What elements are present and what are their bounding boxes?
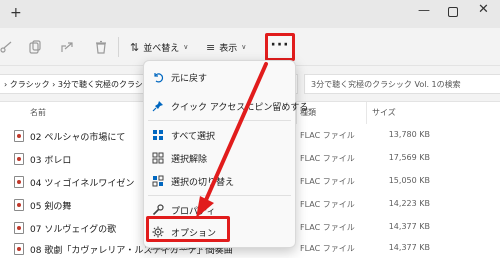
column-divider[interactable]: [366, 102, 367, 124]
search-input[interactable]: 3分で聴く究極のクラシック Vol. 1の検索: [311, 79, 461, 90]
audio-file-icon: [14, 176, 24, 188]
toolbar-separator: [118, 37, 119, 57]
column-header-name[interactable]: 名前: [30, 107, 46, 118]
menu-item-select-none[interactable]: 選択解除: [144, 147, 295, 169]
chevron-down-icon: ∨: [183, 43, 189, 51]
file-size: 15,050 KB: [388, 176, 430, 185]
tab-bar: + — ✕: [0, 0, 500, 28]
pin-icon: [152, 100, 164, 112]
minimize-button[interactable]: —: [418, 3, 430, 17]
file-type: FLAC ファイル: [300, 244, 355, 253]
file-name: 03 ボレロ: [30, 156, 72, 166]
column-header-size[interactable]: サイズ: [372, 107, 396, 118]
audio-file-icon: [14, 130, 24, 142]
file-size: 13,780 KB: [388, 130, 430, 139]
see-more-menu: 元に戻す クイック アクセスにピン留めする すべて選択 選択解除 選択の切り替え…: [143, 60, 308, 248]
menu-item-select-all[interactable]: すべて選択: [144, 124, 295, 146]
invert-selection-icon: [152, 175, 164, 187]
new-tab-button[interactable]: +: [10, 6, 22, 20]
options-highlight-box: [146, 216, 230, 242]
view-button[interactable]: ≡ 表示 ∨: [206, 38, 246, 56]
sort-icon: ⇅: [130, 40, 140, 54]
select-none-icon: [152, 152, 164, 164]
file-type: FLAC ファイル: [300, 200, 355, 209]
audio-file-icon: [14, 153, 24, 165]
file-type: FLAC ファイル: [300, 223, 355, 232]
copy-icon[interactable]: [28, 40, 42, 54]
audio-file-icon: [14, 222, 24, 234]
share-icon[interactable]: [60, 40, 74, 54]
menu-item-label: 選択の切り替え: [171, 178, 235, 188]
menu-item-label: 選択解除: [171, 155, 208, 165]
cut-icon[interactable]: [0, 40, 14, 54]
menu-item-label: すべて選択: [171, 132, 216, 142]
file-name: 07 ソルヴェイグの歌: [30, 225, 117, 235]
maximize-button[interactable]: [448, 7, 458, 17]
select-all-icon: [152, 129, 164, 141]
undo-icon: [152, 71, 164, 83]
file-name: 04 ツィゴイネルワイゼン: [30, 179, 135, 189]
wrench-icon: [152, 204, 164, 216]
menu-item-pin-quick-access[interactable]: クイック アクセスにピン留めする: [144, 95, 308, 117]
view-label: 表示: [219, 43, 238, 54]
file-size: 14,377 KB: [388, 243, 430, 252]
file-type: FLAC ファイル: [300, 177, 355, 186]
file-type: FLAC ファイル: [300, 154, 355, 163]
see-more-button[interactable]: ···: [265, 33, 295, 61]
view-icon: ≡: [206, 40, 216, 54]
chevron-down-icon: ∨: [241, 43, 247, 51]
file-size: 17,569 KB: [388, 153, 430, 162]
audio-file-icon: [14, 243, 24, 255]
menu-item-invert-selection[interactable]: 選択の切り替え: [144, 170, 295, 192]
delete-icon[interactable]: [94, 40, 108, 54]
file-size: 14,377 KB: [388, 222, 430, 231]
menu-item-label: 元に戻す: [171, 74, 208, 84]
close-button[interactable]: ✕: [478, 2, 489, 17]
audio-file-icon: [14, 199, 24, 211]
file-name: 05 剣の舞: [30, 202, 72, 212]
search-box[interactable]: 3分で聴く究極のクラシック Vol. 1の検索: [304, 74, 500, 94]
sort-label: 並べ替え: [143, 43, 180, 54]
menu-separator: [148, 120, 291, 121]
file-size: 14,223 KB: [388, 199, 430, 208]
menu-item-undo[interactable]: 元に戻す: [144, 66, 295, 88]
menu-separator: [148, 195, 291, 196]
menu-item-label: クイック アクセスにピン留めする: [171, 103, 309, 113]
sort-button[interactable]: ⇅ 並べ替え ∨: [130, 38, 188, 56]
file-name: 02 ペルシャの市場にて: [30, 133, 126, 143]
file-type: FLAC ファイル: [300, 131, 355, 140]
